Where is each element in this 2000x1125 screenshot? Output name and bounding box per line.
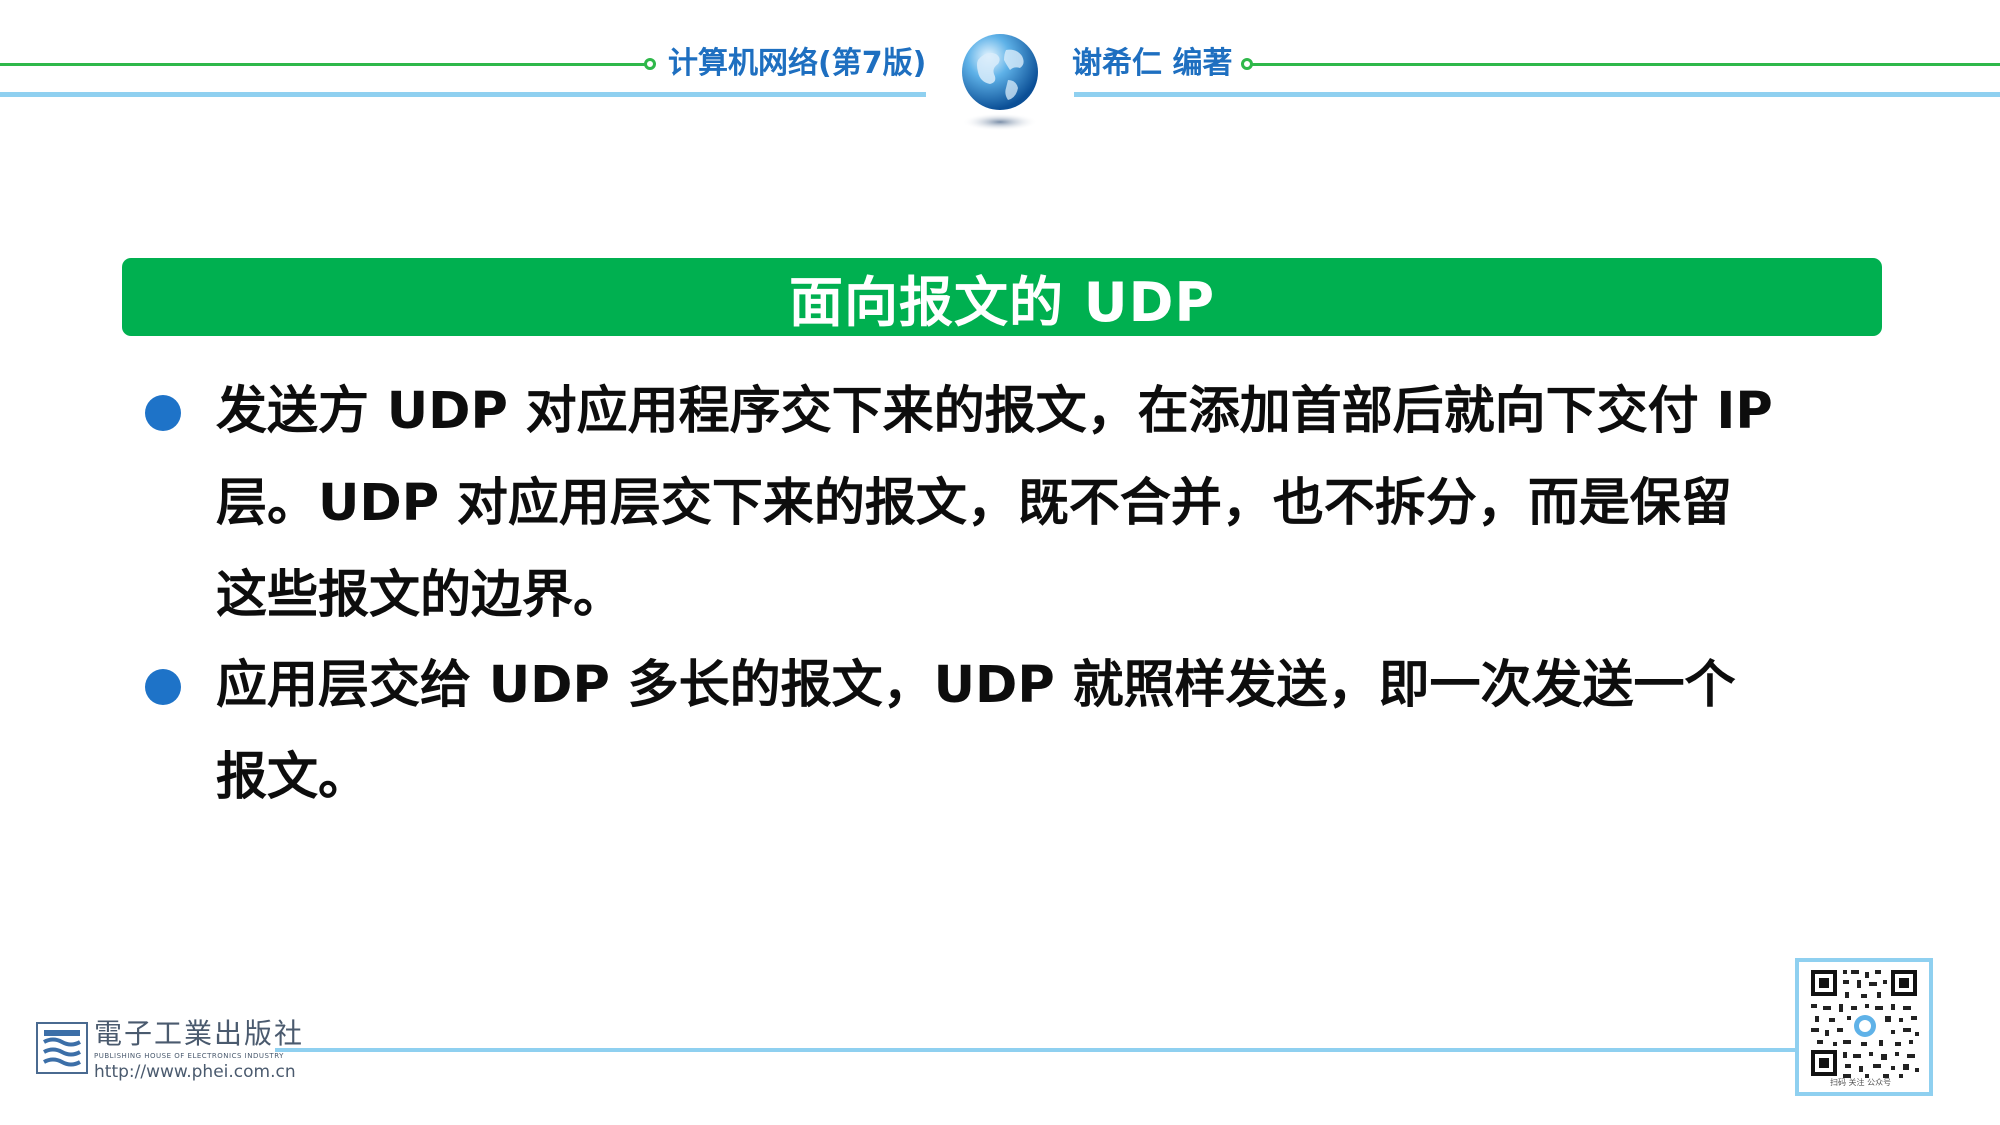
footer-line: [275, 1048, 1795, 1052]
publisher-url: http://www.phei.com.cn: [94, 1062, 296, 1082]
title-bar: 面向报文的 UDP: [122, 258, 1882, 336]
slide-title: 面向报文的 UDP: [788, 270, 1216, 334]
book-title: 计算机网络(第7版): [668, 46, 927, 81]
bullet-1-line-3: 这些报文的边界。: [216, 566, 625, 625]
header-green-line-right: [1252, 63, 2000, 66]
bullet-2-line-1: 应用层交给 UDP 多长的报文，UDP 就照样发送，即一次发送一个: [216, 656, 1736, 715]
header-blue-line-left: [0, 92, 926, 97]
bullet-dot-2: [145, 669, 181, 705]
qr-code-box: [1795, 958, 1933, 1096]
header-ring-left: [644, 58, 656, 70]
qr-code-icon: [1799, 962, 1929, 1092]
bullet-2-line-2: 报文。: [216, 748, 370, 807]
bullet-dot-1: [145, 395, 181, 431]
publisher-logo-icon: [36, 1022, 88, 1074]
publisher-name: 電子工業出版社: [94, 1017, 305, 1050]
publisher-english-name: PUBLISHING HOUSE OF ELECTRONICS INDUSTRY: [94, 1052, 284, 1060]
bullet-paragraph-1: 发送方 UDP 对应用程序交下来的报文，在添加首部后就向下交付 IP 层。UDP…: [216, 366, 1906, 642]
bullet-paragraph-2: 应用层交给 UDP 多长的报文，UDP 就照样发送，即一次发送一个 报文。: [216, 640, 1906, 824]
header-blue-line-right: [1074, 92, 2000, 97]
header-green-line-left: [0, 63, 648, 66]
bullet-1-line-2: 层。UDP 对应用层交下来的报文，既不合并，也不拆分，而是保留: [216, 474, 1732, 533]
bullet-1-line-1: 发送方 UDP 对应用程序交下来的报文，在添加首部后就向下交付 IP: [216, 382, 1773, 441]
slide: 计算机网络(第7版) 谢希仁 编著 面向报文的 UDP 发送方 UDP 对应用程…: [0, 0, 2000, 1125]
author: 谢希仁 编著: [1072, 46, 1233, 81]
qr-caption: 扫码 关注 公众号: [1830, 1078, 1892, 1087]
globe-icon: [962, 34, 1038, 131]
